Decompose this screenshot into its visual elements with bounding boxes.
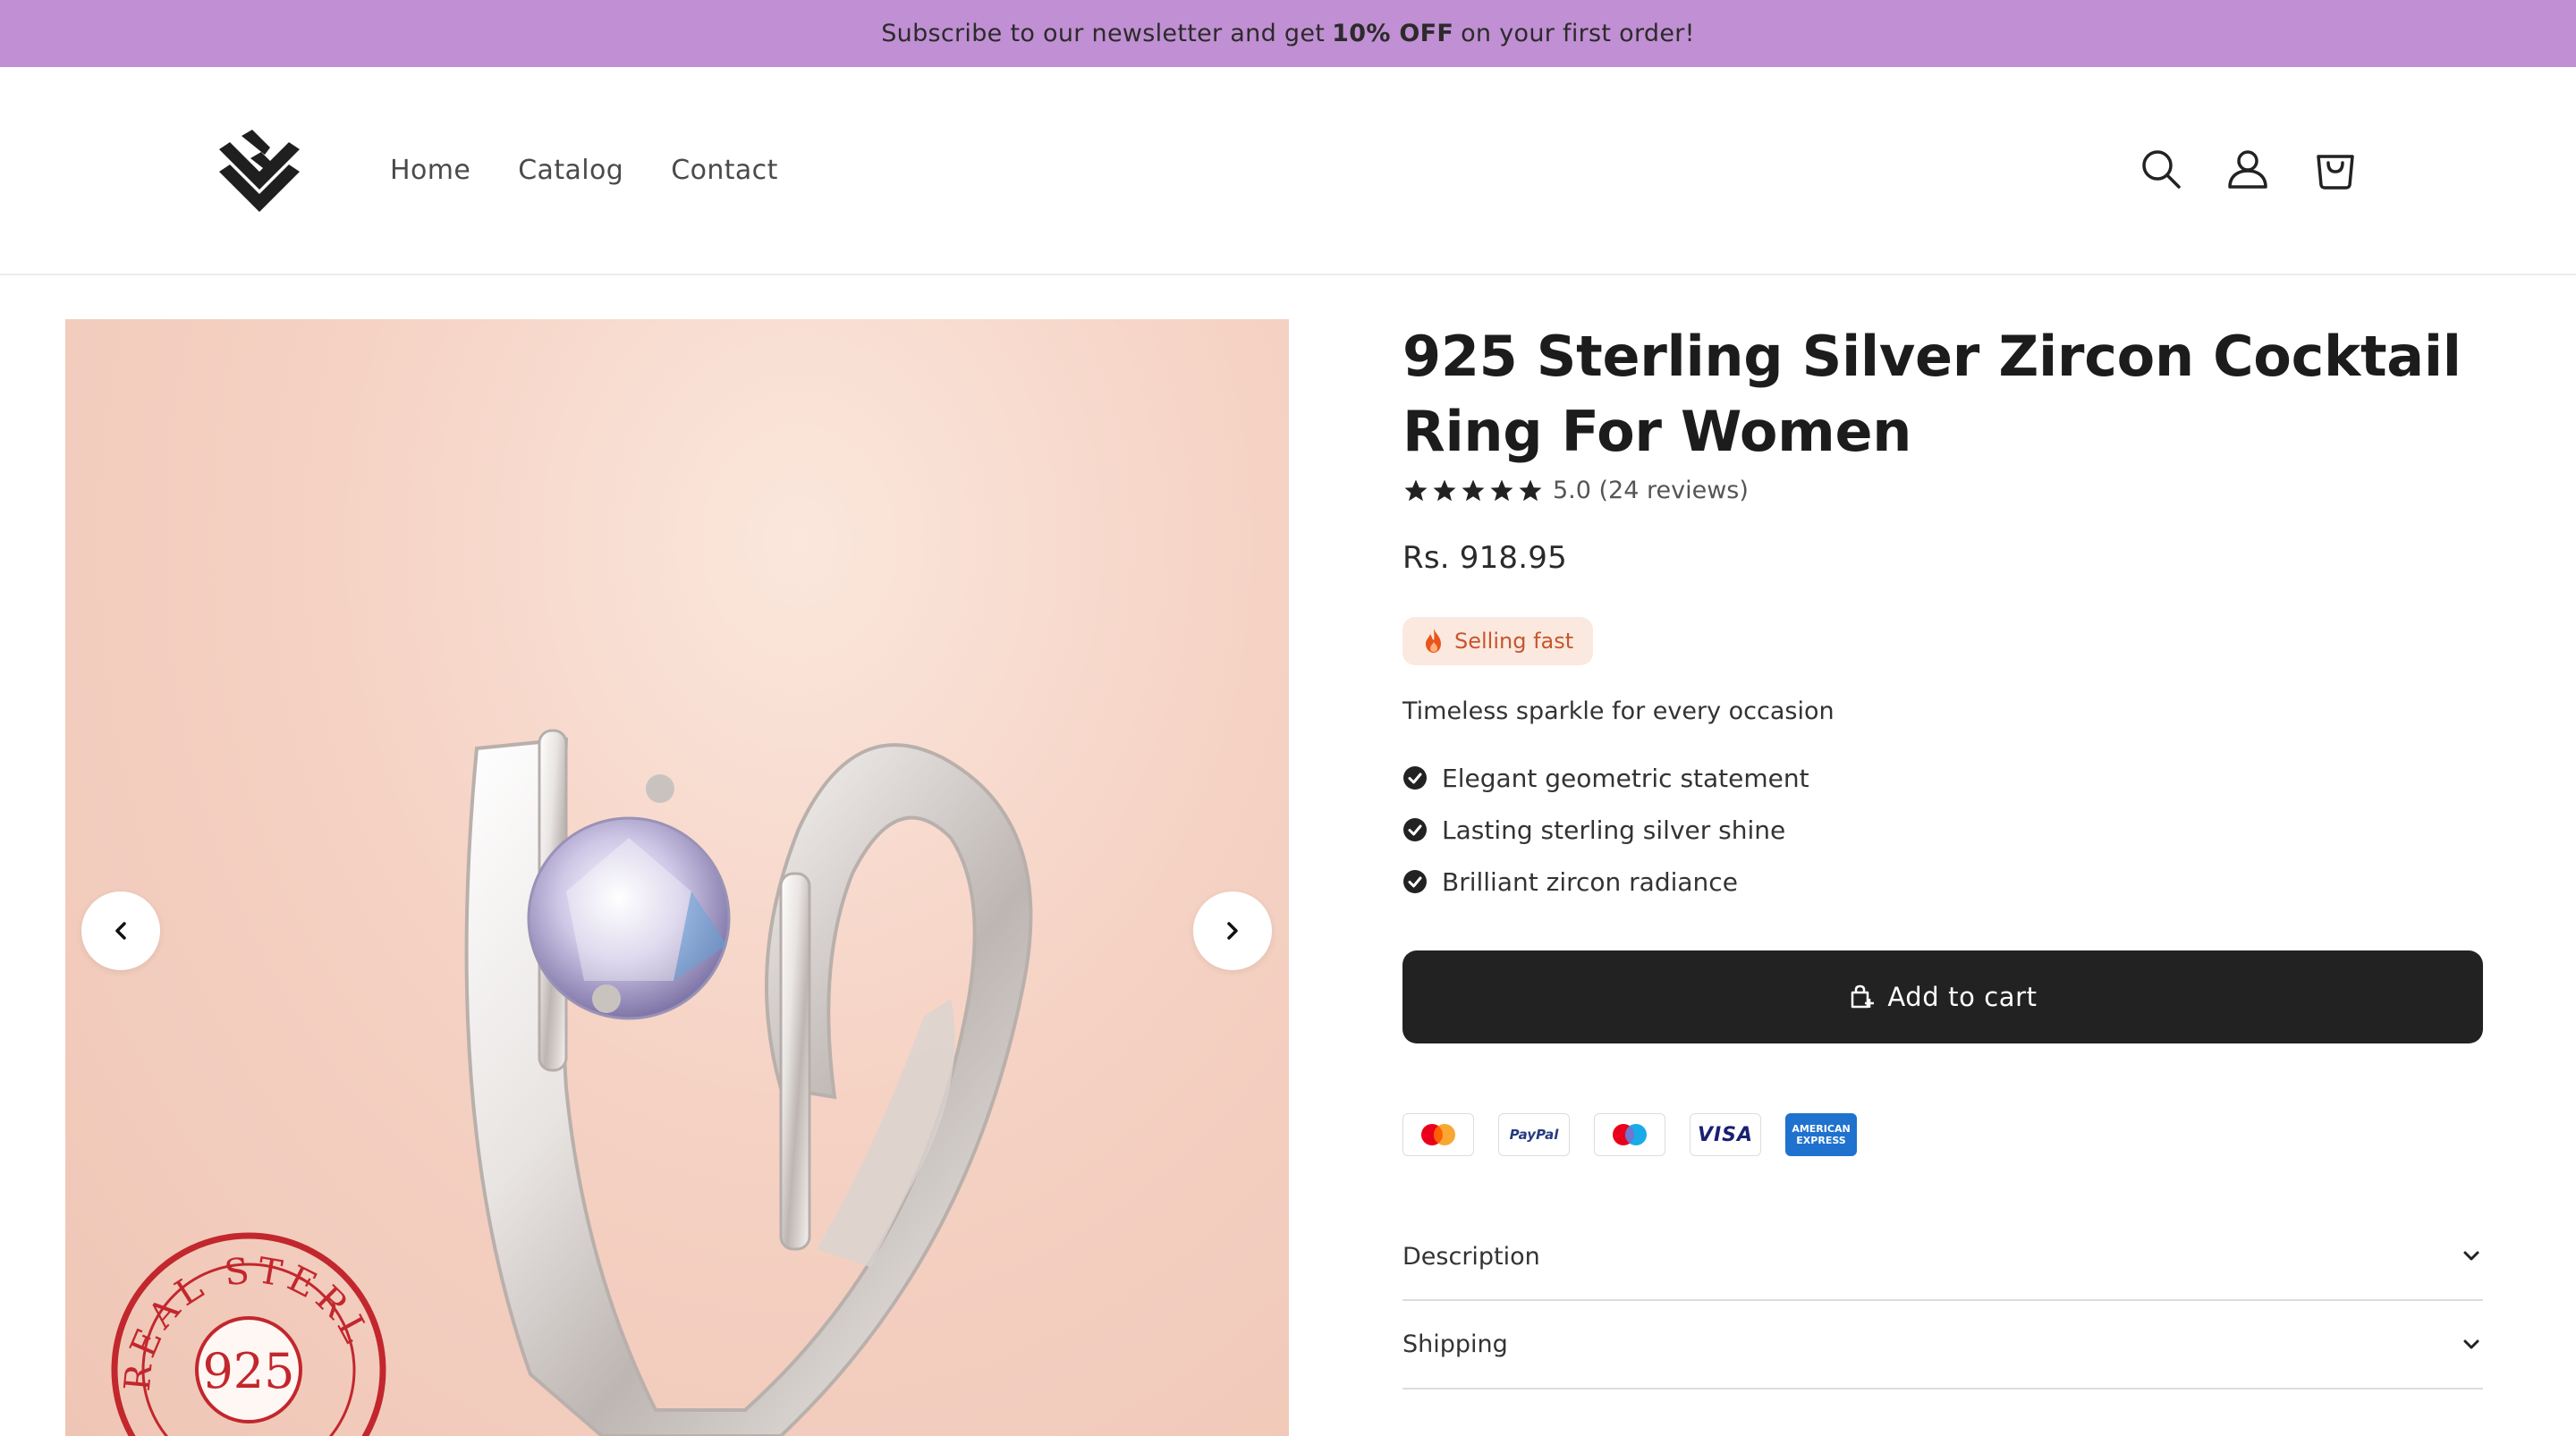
accordion-shipping[interactable]: Shipping <box>1402 1301 2483 1390</box>
chevron-down-icon <box>2463 1251 2479 1261</box>
site-header: Home Catalog Contact <box>0 67 2576 275</box>
add-to-cart-label: Add to cart <box>1887 982 2038 1012</box>
svg-text:925: 925 <box>202 1343 294 1399</box>
accordion-label: Shipping <box>1402 1330 1508 1358</box>
announcement-prefix: Subscribe to our newsletter and get <box>881 20 1326 47</box>
chevron-right-icon <box>1227 922 1238 940</box>
visa-label: VISA <box>1697 1123 1754 1146</box>
svg-text:REAL STERLING: REAL STERLING <box>65 319 378 1393</box>
main-nav: Home Catalog Contact <box>390 155 778 186</box>
nav-catalog[interactable]: Catalog <box>518 155 623 186</box>
accordion-label: Description <box>1402 1242 1540 1271</box>
feature-text: Brilliant zircon radiance <box>1442 866 1738 897</box>
announcement-highlight: 10% OFF <box>1332 20 1454 47</box>
selling-fast-badge: Selling fast <box>1402 617 1594 665</box>
paypal-icon: PayPal <box>1498 1113 1570 1156</box>
cart-icon[interactable] <box>2312 146 2359 192</box>
product-info: 925 Sterling Silver Zircon Cocktail Ring… <box>1402 319 2483 1390</box>
feature-text: Elegant geometric statement <box>1442 763 1809 793</box>
list-item: Elegant geometric statement <box>1402 752 2483 804</box>
nav-home[interactable]: Home <box>390 155 470 186</box>
amex-label-1: AMERICAN <box>1792 1123 1851 1135</box>
paypal-label: PayPal <box>1509 1127 1559 1143</box>
bag-plus-icon <box>1852 984 1875 1009</box>
badge-label: Selling fast <box>1454 629 1574 654</box>
chevron-left-icon <box>115 922 126 940</box>
product-price: Rs. 918.95 <box>1402 540 1567 576</box>
announcement-suffix: on your first order! <box>1461 20 1695 47</box>
gallery-prev-button[interactable] <box>81 891 160 970</box>
list-item: Lasting sterling silver shine <box>1402 804 2483 856</box>
payment-methods: PayPal VISA AMERICAN EXPRESS <box>1402 1113 2483 1156</box>
american-express-icon: AMERICAN EXPRESS <box>1785 1113 1857 1156</box>
star-icon <box>1490 479 1513 501</box>
nav-contact[interactable]: Contact <box>671 155 778 186</box>
product-gallery: 925 REAL STERLING <box>65 319 1289 1436</box>
fire-icon <box>1426 629 1441 653</box>
visa-icon: VISA <box>1690 1113 1761 1156</box>
search-icon[interactable] <box>2138 146 2184 192</box>
add-to-cart-button[interactable]: Add to cart <box>1402 950 2483 1043</box>
list-item: Brilliant zircon radiance <box>1402 856 2483 908</box>
chevron-down-icon <box>2463 1339 2479 1348</box>
rating-stars <box>1402 477 1544 504</box>
product-title: 925 Sterling Silver Zircon Cocktail Ring… <box>1402 324 2462 464</box>
announcement-bar: Subscribe to our newsletter and get 10% … <box>0 0 2576 67</box>
accordion-description[interactable]: Description <box>1402 1213 2483 1301</box>
star-icon <box>1404 479 1428 501</box>
rating-text: 5.0 (24 reviews) <box>1553 477 1749 504</box>
product-accordion: Description Shipping <box>1402 1213 2483 1390</box>
feature-list: Elegant geometric statement Lasting ster… <box>1402 752 2483 908</box>
feature-text: Lasting sterling silver shine <box>1442 815 1786 845</box>
star-icon <box>1433 479 1456 501</box>
gallery-next-button[interactable] <box>1193 891 1272 970</box>
check-circle-icon <box>1403 766 1427 790</box>
maestro-icon <box>1594 1113 1665 1156</box>
check-circle-icon <box>1403 818 1427 841</box>
product-tagline: Timeless sparkle for every occasion <box>1402 697 1835 725</box>
account-icon[interactable] <box>2224 146 2271 192</box>
star-icon <box>1519 479 1542 501</box>
mastercard-icon <box>1402 1113 1474 1156</box>
product-rating[interactable]: 5.0 (24 reviews) <box>1402 477 2483 504</box>
star-icon <box>1462 479 1485 501</box>
product-image: 925 REAL STERLING <box>65 319 1033 1436</box>
check-circle-icon <box>1403 870 1427 893</box>
brand-logo[interactable] <box>215 122 304 221</box>
amex-label-2: EXPRESS <box>1796 1135 1846 1146</box>
